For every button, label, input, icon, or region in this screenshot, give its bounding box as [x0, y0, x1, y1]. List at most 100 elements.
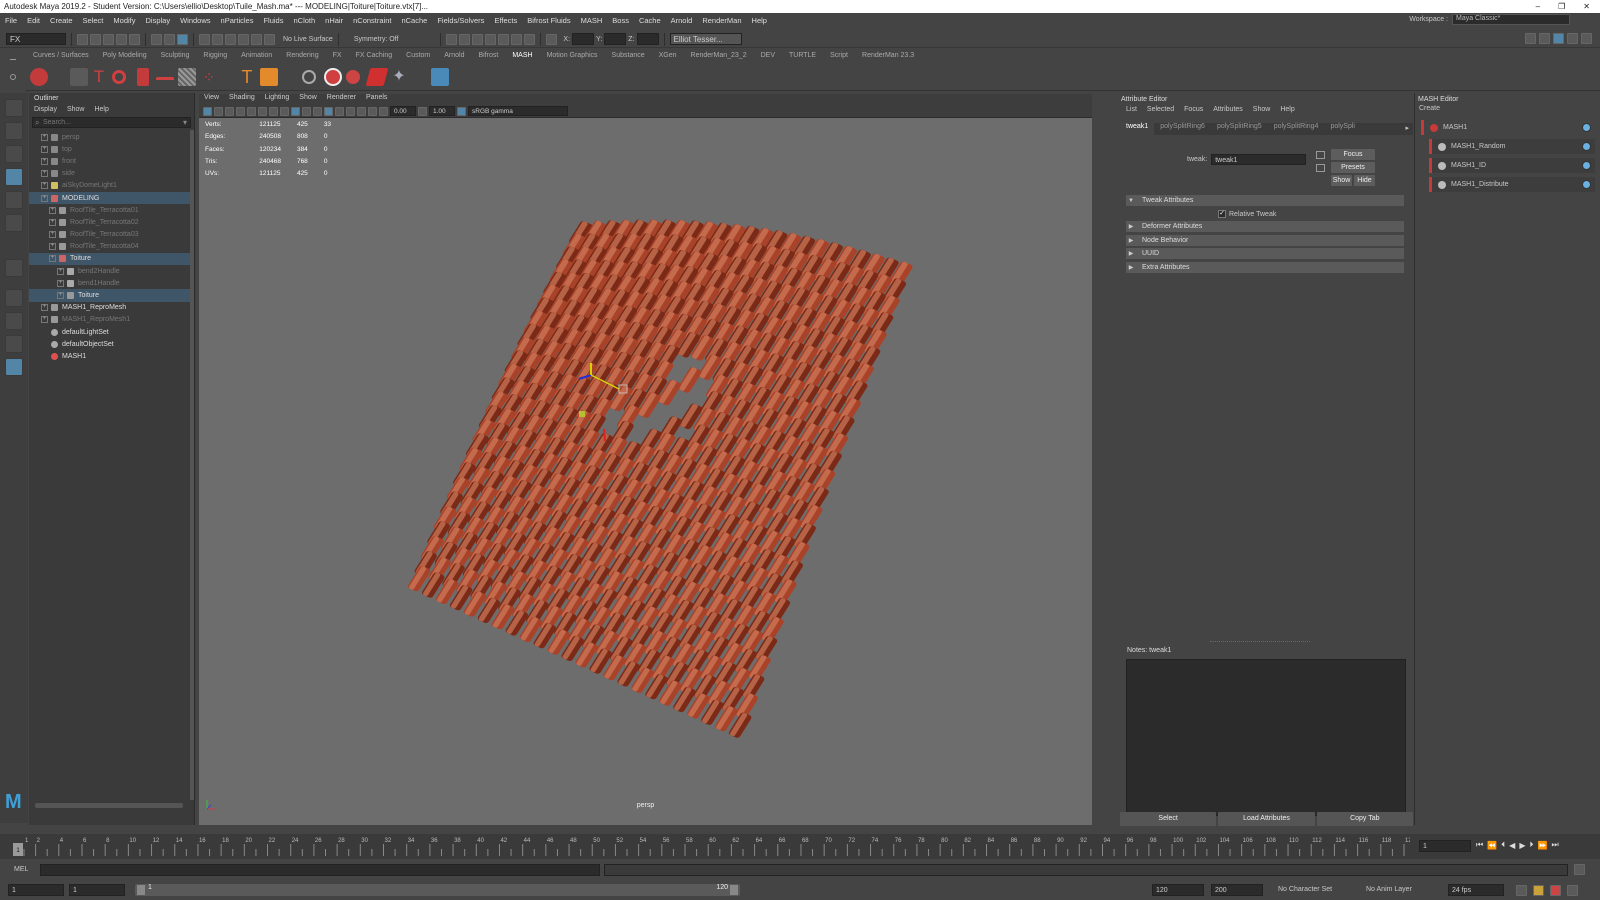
menu-modify[interactable]: Modify	[108, 16, 140, 25]
ipr-render-icon[interactable]	[459, 33, 471, 45]
record-icon[interactable]	[324, 68, 342, 86]
attr-menu-attributes[interactable]: Attributes	[1208, 106, 1248, 113]
go-to-end-icon[interactable]: ⏭	[1551, 840, 1558, 850]
node-enable-toggle-icon[interactable]	[1582, 142, 1591, 151]
relative-tweak-checkbox[interactable]: ✓	[1218, 210, 1226, 218]
outliner-item[interactable]: + RoofTile_Terracotta01	[29, 204, 194, 216]
outliner-item[interactable]: + Toiture	[29, 289, 194, 302]
viewport-panel[interactable]: View Shading Lighting Show Renderer Panels 0.…	[199, 94, 1092, 825]
four-view-icon[interactable]	[5, 289, 23, 307]
rotate-loop-icon[interactable]	[302, 70, 316, 84]
workspace-dropdown[interactable]: Maya Classic*	[1452, 14, 1570, 25]
mash-curve-icon[interactable]	[112, 70, 126, 84]
outliner-search-input[interactable]	[43, 119, 173, 126]
menu-file[interactable]: File	[0, 16, 22, 25]
expand-toggle-icon[interactable]: +	[49, 231, 56, 239]
menu-display[interactable]: Display	[141, 16, 176, 25]
mash-scatter-icon[interactable]: ⁘	[200, 68, 218, 86]
tab-scroll-right-icon[interactable]: ▸	[1405, 124, 1409, 132]
mash-node-mash1_id[interactable]: MASH1_ID	[1429, 158, 1595, 173]
grid-toggle-icon[interactable]	[269, 106, 278, 116]
save-scene-icon[interactable]	[103, 33, 114, 45]
menu-edit[interactable]: Edit	[22, 16, 45, 25]
outliner-item[interactable]: + Toiture	[29, 252, 194, 266]
menu-arnold[interactable]: Arnold	[666, 16, 698, 25]
film-gate-icon[interactable]	[247, 106, 256, 116]
key-all-icon[interactable]	[1550, 885, 1561, 896]
expand-toggle-icon[interactable]: +	[41, 133, 48, 141]
color-management-icon[interactable]	[457, 106, 466, 116]
shelf-tab-script[interactable]: Script	[823, 52, 855, 63]
outliner-item[interactable]: + RoofTile_Terracotta02	[29, 216, 194, 228]
shelf-tab-mash[interactable]: MASH	[505, 52, 539, 63]
section-node-behavior[interactable]: ▶ Node Behavior	[1126, 235, 1404, 246]
snap-curve-icon[interactable]	[212, 33, 223, 45]
expand-toggle-icon[interactable]: +	[57, 267, 64, 275]
new-scene-icon[interactable]	[77, 33, 88, 45]
tab-polyspli[interactable]: polySpli	[1324, 123, 1361, 135]
notes-splitter[interactable]	[1210, 641, 1310, 643]
outliner-item[interactable]: + aiSkyDomeLight1	[29, 180, 194, 192]
textured-icon[interactable]	[302, 106, 311, 116]
output-connections-icon[interactable]	[1316, 164, 1325, 172]
go-to-start-icon[interactable]: ⏮	[1476, 840, 1483, 850]
lights-icon[interactable]	[313, 106, 322, 116]
input-connections-icon[interactable]	[1316, 151, 1325, 159]
outliner-scrollbar[interactable]	[190, 130, 194, 800]
step-forward-frame-icon[interactable]: ⏵	[1529, 840, 1533, 850]
menu-windows[interactable]: Windows	[175, 16, 215, 25]
anim-prefs-icon[interactable]	[1567, 885, 1578, 896]
viewport-menu-panels[interactable]: Panels	[361, 94, 392, 105]
section-uuid[interactable]: ▶ UUID	[1126, 248, 1404, 259]
anim-end-field[interactable]: 200	[1211, 884, 1263, 896]
menu-set-dropdown[interactable]: FX	[6, 33, 66, 45]
expand-toggle-icon[interactable]: +	[41, 182, 48, 190]
loop-icon[interactable]	[1516, 885, 1527, 896]
menu-cache[interactable]: Cache	[634, 16, 666, 25]
expand-toggle-icon[interactable]: +	[41, 316, 48, 324]
mel-input[interactable]	[40, 863, 601, 876]
y-field[interactable]	[604, 33, 627, 45]
outliner-item[interactable]: + side	[29, 168, 194, 180]
menu-nparticles[interactable]: nParticles	[216, 16, 259, 25]
make-live-icon[interactable]	[264, 33, 275, 45]
tool-settings-icon[interactable]	[1567, 33, 1578, 44]
shelf-tab-turtle[interactable]: TURTLE	[782, 52, 823, 63]
snap-projected-icon[interactable]	[238, 33, 249, 45]
menu-select[interactable]: Select	[78, 16, 109, 25]
outliner-item[interactable]: + MASH1_ReproMesh	[29, 302, 194, 314]
scale-tool-icon[interactable]	[5, 214, 23, 232]
outliner-item[interactable]: defaultLightSet	[29, 326, 194, 338]
camera-attr-icon[interactable]	[214, 106, 223, 116]
move-tool-icon[interactable]	[5, 168, 23, 186]
outliner-menu-display[interactable]: Display	[34, 106, 67, 113]
attr-menu-focus[interactable]: Focus	[1179, 106, 1208, 113]
shelf-tab-sculpting[interactable]: Sculpting	[154, 52, 197, 63]
menu-fluids[interactable]: Fluids	[258, 16, 288, 25]
attr-menu-selected[interactable]: Selected	[1142, 106, 1179, 113]
outliner-item[interactable]: defaultObjectSet	[29, 338, 194, 350]
focus-button[interactable]: Focus	[1331, 149, 1375, 160]
copy-tab-button[interactable]: Copy Tab	[1316, 812, 1413, 826]
mash-merge-icon[interactable]	[137, 68, 149, 86]
outliner-item[interactable]: MASH1	[29, 350, 194, 362]
hypershade-icon[interactable]	[485, 33, 497, 45]
node-enable-toggle-icon[interactable]	[1582, 180, 1591, 189]
shelf-tab-motion-graphics[interactable]: Motion Graphics	[540, 52, 605, 63]
expand-toggle-icon[interactable]: +	[49, 243, 56, 251]
wireframe-icon[interactable]	[280, 106, 289, 116]
outliner-menu-show[interactable]: Show	[67, 106, 95, 113]
tab-polysplitring5[interactable]: polySplitRing5	[1211, 123, 1268, 135]
attr-menu-show[interactable]: Show	[1248, 106, 1276, 113]
range-end-handle[interactable]	[730, 885, 738, 895]
range-start-handle[interactable]	[137, 885, 145, 895]
mel-label[interactable]: MEL	[0, 866, 40, 873]
range-bar[interactable]: 1 120	[135, 884, 740, 896]
expand-toggle-icon[interactable]	[41, 329, 48, 336]
rotate-tool-icon[interactable]	[5, 191, 23, 209]
menu-boss[interactable]: Boss	[607, 16, 634, 25]
character-set-dropdown[interactable]: No Character Set	[1278, 886, 1332, 893]
render-view-icon[interactable]	[511, 33, 523, 45]
x-field[interactable]	[572, 33, 595, 45]
snap-grid-icon[interactable]	[199, 33, 210, 45]
